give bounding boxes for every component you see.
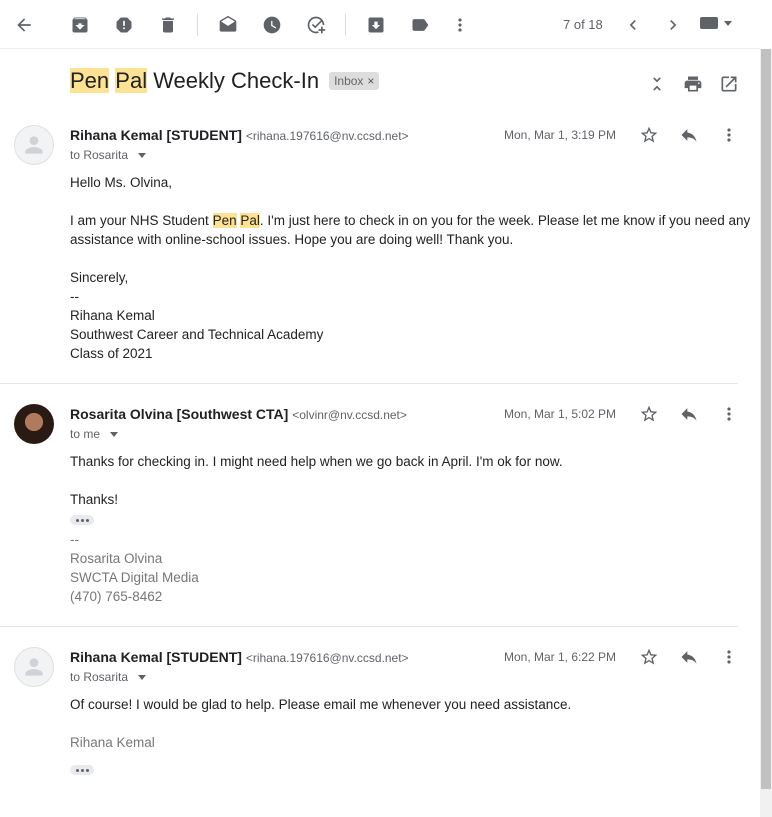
more-vert-icon[interactable] <box>444 9 476 41</box>
search-highlight: Pal <box>240 213 260 228</box>
sender: Rihana Kemal [STUDENT] <rihana.197616@nv… <box>70 649 409 665</box>
sender-name[interactable]: Rihana Kemal [STUDENT] <box>70 127 242 143</box>
body-text: . I'm just here to check in on you for t… <box>259 213 751 228</box>
chevron-down-icon[interactable] <box>138 152 147 158</box>
chevron-down-icon[interactable] <box>110 431 119 437</box>
more-vert-icon[interactable] <box>717 123 741 147</box>
message-date: Mon, Mar 1, 5:02 PM <box>504 407 617 421</box>
sign-off: Sincerely, <box>70 270 129 285</box>
signature-name: Rosarita Olvina <box>70 551 163 566</box>
show-trimmed-content-button[interactable] <box>70 765 94 775</box>
message-body-line: Thanks! <box>70 492 119 507</box>
scrollbar-track[interactable] <box>760 49 772 817</box>
recipient-text: to Rosarita <box>70 670 129 684</box>
avatar[interactable] <box>14 125 54 165</box>
more-vert-icon[interactable] <box>717 402 741 426</box>
show-trimmed-content-button[interactable] <box>70 515 94 525</box>
signature-name: Rihana Kemal <box>70 735 155 750</box>
label-text: Inbox <box>334 74 364 88</box>
toolbar-separator <box>197 14 198 36</box>
reply-icon[interactable] <box>677 123 701 147</box>
signature-phone: (470) 765-8462 <box>70 589 163 604</box>
recipient-line[interactable]: to Rosarita <box>70 670 147 684</box>
avatar[interactable] <box>14 647 54 687</box>
message-body-line: Thanks for checking in. I might need hel… <box>70 454 563 469</box>
star-icon[interactable] <box>637 645 661 669</box>
chevron-left-icon[interactable] <box>617 9 649 41</box>
open-in-new-window-icon[interactable] <box>717 72 741 96</box>
reply-icon[interactable] <box>677 645 701 669</box>
sender-name[interactable]: Rihana Kemal [STUDENT] <box>70 649 242 665</box>
signature-dept: SWCTA Digital Media <box>70 570 199 585</box>
inbox-label-chip[interactable]: Inbox × <box>329 72 380 90</box>
toolbar: 7 of 18 <box>0 0 760 49</box>
sender: Rosarita Olvina [Southwest CTA] <olvinr@… <box>70 406 407 422</box>
chevron-down-icon <box>724 20 732 26</box>
search-highlight: Pal <box>115 68 148 93</box>
search-highlight: Pen <box>212 213 237 228</box>
scrollbar-thumb[interactable] <box>761 49 771 789</box>
toolbar-separator <box>345 14 346 36</box>
report-spam-icon[interactable] <box>108 9 140 41</box>
message-date: Mon, Mar 1, 6:22 PM <box>504 650 617 664</box>
signature-name: Rihana Kemal <box>70 308 155 323</box>
subject-line: Pen Pal Weekly Check-In Inbox × <box>70 68 380 94</box>
delete-icon[interactable] <box>152 9 184 41</box>
sender-name[interactable]: Rosarita Olvina [Southwest CTA] <box>70 406 288 422</box>
avatar[interactable] <box>14 404 54 444</box>
remove-label-icon[interactable]: × <box>367 74 374 88</box>
chevron-down-icon[interactable] <box>138 674 147 680</box>
keyboard-icon[interactable] <box>700 17 732 29</box>
sender: Rihana Kemal [STUDENT] <rihana.197616@nv… <box>70 127 409 143</box>
message-greeting: Hello Ms. Olvina, <box>70 175 173 190</box>
message-divider <box>0 626 738 627</box>
search-highlight: Pen <box>70 68 110 93</box>
sender-email: <olvinr@nv.ccsd.net> <box>292 408 407 422</box>
recipient-line[interactable]: to Rosarita <box>70 148 147 162</box>
signature-class: Class of 2021 <box>70 346 153 361</box>
message-body-line: I am your NHS Student Pen Pal. I'm just … <box>70 211 750 230</box>
body-text: I am your NHS Student <box>70 213 213 228</box>
move-to-icon[interactable] <box>360 9 392 41</box>
recipient-line[interactable]: to me <box>70 427 119 441</box>
signature-school: Southwest Career and Technical Academy <box>70 327 324 342</box>
reply-icon[interactable] <box>677 402 701 426</box>
page-title: Pen Pal Weekly Check-In <box>70 68 319 94</box>
star-icon[interactable] <box>637 123 661 147</box>
message-body-line: Of course! I would be glad to help. Plea… <box>70 697 572 712</box>
sender-email: <rihana.197616@nv.ccsd.net> <box>245 651 409 665</box>
star-icon[interactable] <box>637 402 661 426</box>
message-body-line: assistance with online-school issues. Ho… <box>70 232 514 247</box>
add-task-icon[interactable] <box>300 9 332 41</box>
arrow-back-icon[interactable] <box>8 9 40 41</box>
sender-email: <rihana.197616@nv.ccsd.net> <box>245 129 409 143</box>
more-vert-icon[interactable] <box>717 645 741 669</box>
collapse-all-icon[interactable] <box>645 72 669 96</box>
message-date: Mon, Mar 1, 3:19 PM <box>504 128 617 142</box>
archive-icon[interactable] <box>64 9 96 41</box>
chevron-right-icon[interactable] <box>657 9 689 41</box>
recipient-text: to Rosarita <box>70 148 129 162</box>
mark-as-read-icon[interactable] <box>212 9 244 41</box>
subject-rest: Weekly Check-In <box>147 68 320 93</box>
label-icon[interactable] <box>404 9 436 41</box>
keyboard-key-shape <box>700 17 718 29</box>
pager-count: 7 of 18 <box>563 17 603 32</box>
snooze-icon[interactable] <box>256 9 288 41</box>
signature-dash: -- <box>70 289 79 304</box>
print-icon[interactable] <box>681 72 705 96</box>
signature-dash: -- <box>70 532 79 547</box>
message-divider <box>0 383 738 384</box>
recipient-text: to me <box>70 427 101 441</box>
